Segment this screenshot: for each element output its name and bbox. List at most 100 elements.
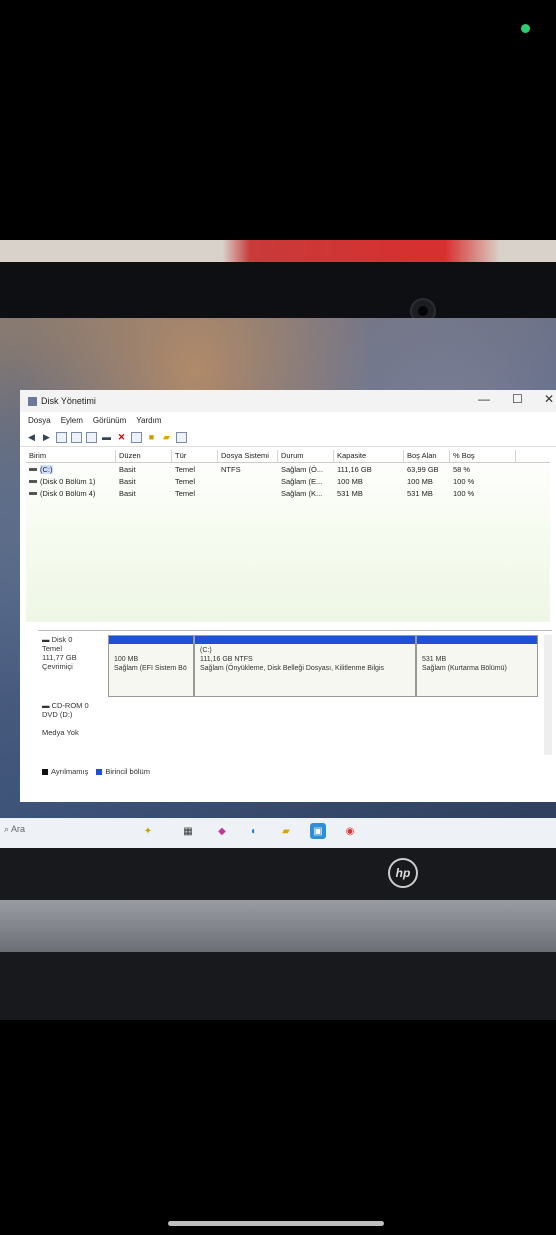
disk-0-type: Temel	[42, 644, 63, 653]
check-icon[interactable]	[131, 431, 142, 443]
col-filesystem[interactable]: Dosya Sistemi	[218, 450, 278, 462]
task-view-icon[interactable]: ▦	[180, 823, 196, 839]
maximize-button[interactable]: ☐	[512, 392, 523, 406]
volume-name: (Disk 0 Bölüm 4)	[40, 488, 96, 498]
legend: Ayrılmamış Birincil bölüm	[42, 767, 150, 776]
layout-cell: Basit	[119, 464, 136, 474]
volume-icon	[29, 480, 37, 484]
volume-row-partition-1[interactable]: (Disk 0 Bölüm 1) Basit Temel Sağlam (E..…	[26, 475, 550, 487]
copilot-icon[interactable]: ◆	[214, 823, 230, 839]
list-view-icon[interactable]	[176, 431, 187, 443]
col-free-space[interactable]: Boş Alan	[404, 450, 450, 462]
store-icon[interactable]: ▣	[310, 823, 326, 839]
cdrom-label[interactable]: ▬ CD-ROM 0 DVD (D:) Medya Yok	[38, 701, 112, 737]
col-percent-free[interactable]: % Boş	[450, 450, 516, 462]
layout-cell: Basit	[119, 476, 136, 486]
col-capacity[interactable]: Kapasite	[334, 450, 404, 462]
camera-indicator-dot	[521, 24, 530, 33]
volume-icon	[29, 492, 37, 496]
partition-stripe	[195, 636, 415, 644]
status-cell: Sağlam (K...	[281, 488, 323, 498]
legend-primary: Birincil bölüm	[96, 767, 150, 776]
search-label: Ara	[11, 824, 26, 834]
chrome-icon[interactable]: ◉	[342, 823, 358, 839]
windows-taskbar: ⌕ Ara ✦ ▦ ◆ ◐ ▰ ▣ ◉	[0, 818, 556, 848]
percent-free-cell: 100 %	[453, 488, 475, 498]
minimize-button[interactable]: —	[478, 392, 490, 406]
filesystem-cell: NTFS	[221, 464, 241, 474]
widgets-icon[interactable]: ✦	[140, 823, 156, 839]
swatch-primary	[96, 769, 103, 776]
col-type[interactable]: Tür	[172, 450, 218, 462]
legend-label: Birincil bölüm	[105, 767, 150, 776]
volume-list: Birim Düzen Tür Dosya Sistemi Durum Kapa…	[26, 450, 550, 622]
partition-stripe	[109, 636, 193, 644]
legend-label: Ayrılmamış	[51, 767, 89, 776]
volume-name-cell: (C:)	[26, 464, 116, 474]
connect-icon[interactable]: ▬	[101, 432, 112, 443]
col-volume[interactable]: Birim	[26, 450, 116, 462]
cdrom-name-text: CD-ROM 0	[51, 701, 89, 710]
disk-0-size: 111,77 GB	[42, 653, 77, 662]
home-indicator[interactable]	[168, 1221, 384, 1226]
partition-letter: (C:)	[200, 647, 212, 654]
free-space-cell: 531 MB	[407, 488, 433, 498]
legend-unallocated: Ayrılmamış	[42, 767, 88, 776]
partition-size: 100 MB	[114, 656, 139, 663]
disk-management-window: Disk Yönetimi — ☐ ✕ Dosya Eylem Görünüm …	[20, 390, 556, 802]
layout-cell: Basit	[119, 488, 136, 498]
disk-0-name: ▬ Disk 0	[42, 635, 73, 644]
console-tree-icon[interactable]	[56, 431, 67, 443]
back-arrow-icon[interactable]: ◀	[26, 432, 37, 443]
volume-name-cell: (Disk 0 Bölüm 1)	[26, 477, 116, 486]
disk-name-text: Disk 0	[51, 635, 73, 644]
properties-icon[interactable]	[86, 431, 97, 443]
volume-name-cell: (Disk 0 Bölüm 4)	[26, 489, 116, 498]
partition-c[interactable]: (C:) 111,16 GB NTFS Sağlam (Önyükleme, D…	[194, 635, 416, 697]
delete-icon[interactable]: ✕	[116, 432, 127, 443]
type-cell: Temel	[175, 476, 196, 486]
percent-free-cell: 58 %	[453, 464, 471, 474]
col-status[interactable]: Durum	[278, 450, 334, 462]
graphical-disk-view: ▬ Disk 0 Temel 111,77 GB Çevrimiçi 100 M…	[38, 630, 552, 793]
file-explorer-icon[interactable]: ▰	[278, 823, 294, 839]
free-space-cell: 63,99 GB	[407, 464, 439, 474]
disk-0-partitions: 100 MB Sağlam (EFI Sistem Bö (C:) 111,16…	[108, 635, 538, 697]
close-button[interactable]: ✕	[544, 392, 554, 406]
partition-recovery[interactable]: 531 MB Sağlam (Kurtarma Bölümü)	[416, 635, 538, 697]
volume-icon	[29, 468, 37, 472]
volume-row-c[interactable]: (C:) Basit Temel NTFS Sağlam (Ö... 111,1…	[26, 463, 550, 475]
vertical-scrollbar[interactable]	[544, 635, 552, 755]
menu-file[interactable]: Dosya	[28, 416, 51, 425]
capacity-cell: 100 MB	[337, 476, 363, 486]
forward-arrow-icon[interactable]: ▶	[41, 432, 52, 443]
disk-0-label[interactable]: ▬ Disk 0 Temel 111,77 GB Çevrimiçi	[38, 635, 112, 671]
partition-efi[interactable]: 100 MB Sağlam (EFI Sistem Bö	[108, 635, 194, 697]
swatch-unallocated	[42, 769, 48, 776]
laptop-bezel	[0, 262, 556, 324]
cdrom-drive: DVD (D:)	[42, 710, 73, 719]
volume-name: (Disk 0 Bölüm 1)	[40, 476, 96, 486]
help-icon[interactable]	[71, 431, 82, 443]
type-cell: Temel	[175, 464, 196, 474]
menu-help[interactable]: Yardım	[136, 416, 161, 425]
rescan-icon[interactable]: ■	[146, 432, 157, 443]
free-space-cell: 100 MB	[407, 476, 433, 486]
edge-icon[interactable]: ◐	[246, 823, 262, 839]
status-cell: Sağlam (E...	[281, 476, 323, 486]
menu-view[interactable]: Görünüm	[93, 416, 126, 425]
menu-action[interactable]: Eylem	[61, 416, 83, 425]
volume-row-partition-4[interactable]: (Disk 0 Bölüm 4) Basit Temel Sağlam (K..…	[26, 487, 550, 499]
taskbar-search[interactable]: ⌕ Ara	[4, 824, 25, 835]
hp-logo: hp	[388, 858, 418, 888]
cdrom-name: ▬ CD-ROM 0	[42, 701, 89, 710]
capacity-cell: 531 MB	[337, 488, 363, 498]
col-layout[interactable]: Düzen	[116, 450, 172, 462]
partition-status: Sağlam (EFI Sistem Bö	[114, 665, 187, 672]
partition-size: 111,16 GB NTFS	[200, 656, 253, 663]
folder-icon[interactable]: ▰	[161, 432, 172, 443]
capacity-cell: 111,16 GB	[337, 464, 372, 474]
partition-status: Sağlam (Önyükleme, Disk Belleği Dosyası,…	[200, 665, 385, 672]
partition-status: Sağlam (Kurtarma Bölümü)	[422, 665, 507, 672]
type-cell: Temel	[175, 488, 196, 498]
